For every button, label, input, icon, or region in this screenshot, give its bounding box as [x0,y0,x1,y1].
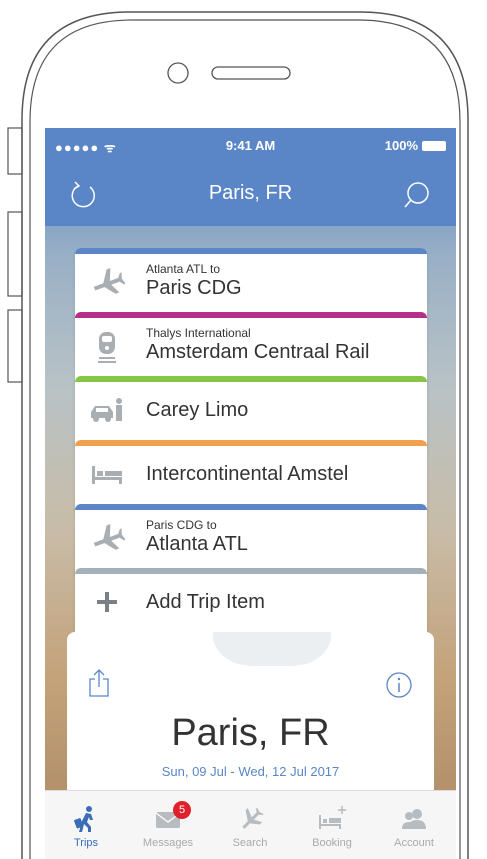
card-stripe [75,504,427,510]
tab-label: Account [394,837,434,849]
tab-label: Booking [312,837,352,849]
account-icon [402,809,426,829]
status-bar: ●●●●● ᯤ 9:41 AM 100% [45,128,456,164]
trip-item-car[interactable]: Carey Limo [75,376,427,446]
bed-plus-icon [319,806,346,829]
add-trip-item-label: Add Trip Item [146,591,265,613]
plane-icon [93,523,125,550]
tab-account[interactable]: Account [373,791,455,859]
tab-label: Trips [73,837,99,849]
trip-item-title: Intercontinental Amstel [146,463,349,485]
app-screen: ●●●●● ᯤ 9:41 AM 100% Paris, FR Atlanta A… [45,128,456,859]
traveler-icon [74,806,93,832]
share-icon[interactable] [87,668,111,698]
trip-item-subtitle: Atlanta ATL to [146,262,221,276]
panel-handle[interactable] [213,632,331,666]
card-stripe [75,248,427,254]
trip-item-subtitle: Paris CDG to [146,518,217,532]
trip-item-title: Amsterdam Centraal Rail [146,341,370,363]
card-stripe [75,312,427,318]
tab-search[interactable]: Search [209,791,291,859]
tab-messages[interactable]: 5 Messages [127,791,209,859]
trip-item-title: Atlanta ATL [146,533,248,555]
battery-icon [422,140,446,151]
trip-item-subtitle: Thalys International [146,326,251,340]
unread-badge: 5 [173,801,191,819]
tab-booking[interactable]: Booking [291,791,373,859]
tab-trips[interactable]: Trips [45,791,127,859]
card-stripe [75,440,427,446]
info-icon[interactable] [386,672,412,698]
train-icon [98,332,116,363]
trip-item-title: Carey Limo [146,399,249,421]
plane-icon [242,807,264,829]
trip-item-hotel[interactable]: Intercontinental Amstel [75,440,427,510]
car-icon [91,398,122,422]
search-icon[interactable] [400,178,434,212]
tab-label: Messages [142,837,194,849]
trip-item-flight-outbound[interactable]: Atlanta ATL to Paris CDG [75,248,427,318]
tab-bar: Trips 5 Messages Search Booking Account [45,790,456,859]
trip-dates: Sun, 09 Jul - Wed, 12 Jul 2017 [161,764,340,779]
destination-title: Paris, FR [171,712,330,754]
card-stripe [75,568,427,574]
trip-item-title: Paris CDG [146,277,242,299]
bed-icon [92,466,122,484]
nav-bar: Paris, FR [45,164,456,226]
trip-item-rail[interactable]: Thalys International Amsterdam Centraal … [75,312,427,382]
page-title: Paris, FR [208,182,293,204]
plus-icon [97,592,117,612]
trip-detail-panel: Paris, FR Sun, 09 Jul - Wed, 12 Jul 2017 [67,632,434,807]
battery-percent: 100% [384,138,418,153]
card-stripe [75,376,427,382]
tab-label: Search [232,837,268,849]
plane-icon [93,267,125,294]
trip-item-flight-return[interactable]: Paris CDG to Atlanta ATL [75,504,427,574]
